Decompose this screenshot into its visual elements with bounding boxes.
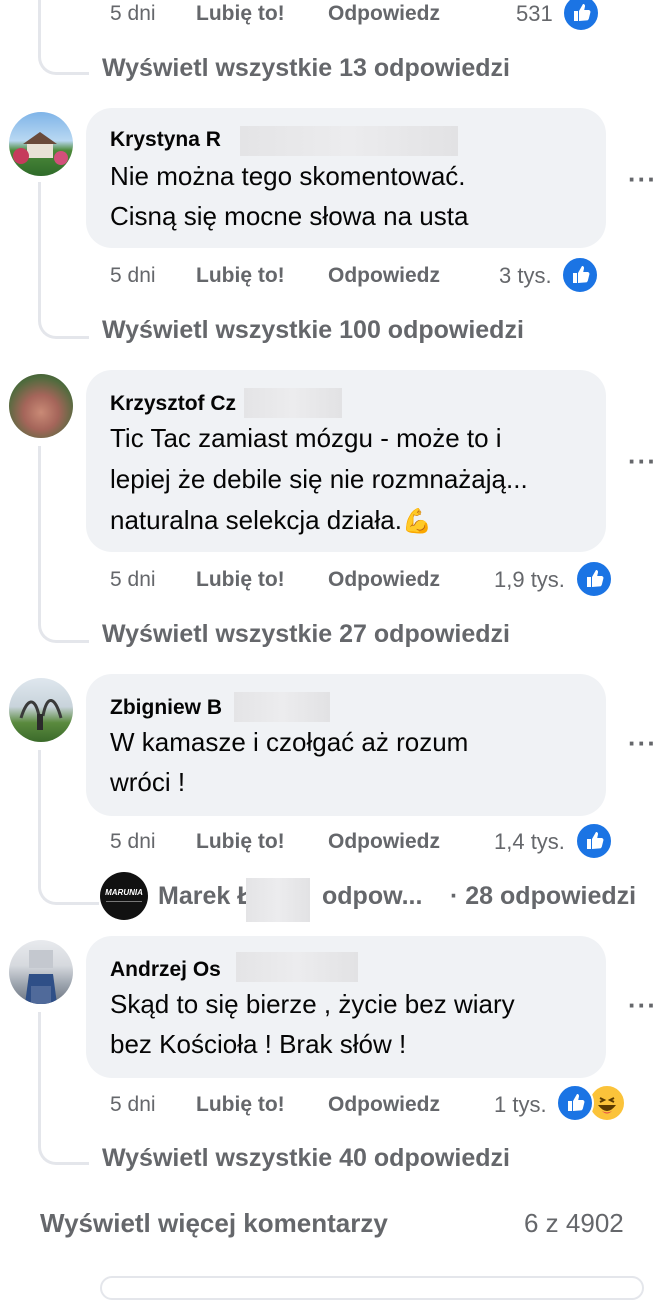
comment-text-line: Tic Tac zamiast mózgu - może to i — [110, 423, 502, 453]
view-more-comments-link[interactable]: Wyświetl więcej komentarzy — [40, 1208, 388, 1239]
flexed-biceps-emoji: 💪 — [401, 508, 432, 535]
reply-snippet: odpow... — [322, 882, 423, 910]
comment-text-line: Nie można tego skomentować. — [110, 161, 466, 191]
thread-connector — [38, 314, 89, 339]
comment-bubble: Zbigniew B W kamasze i czołgać aż rozum … — [86, 674, 606, 816]
reply-button[interactable]: Odpowiedz — [328, 264, 440, 288]
like-icon — [561, 256, 599, 294]
like-icon — [575, 560, 613, 598]
redacted-name — [244, 388, 342, 418]
thread-connector — [38, 880, 99, 905]
comment-text-line: wróci ! — [110, 767, 186, 797]
reply-button[interactable]: Odpowiedz — [328, 2, 440, 26]
like-icon — [562, 0, 600, 32]
redacted-name — [240, 126, 458, 156]
comment-text-line: W kamasze i czołgać aż rozum — [110, 727, 469, 757]
comment-time[interactable]: 5 dni — [110, 830, 156, 854]
comment-time[interactable]: 5 dni — [110, 1093, 156, 1117]
comments-counter: 6 z 4902 — [524, 1208, 624, 1238]
like-button[interactable]: Lubię to! — [196, 264, 285, 288]
avatar-logo-mark — [106, 901, 142, 902]
thread-connector — [38, 50, 89, 75]
redacted-name — [236, 952, 358, 982]
more-options-icon[interactable]: ··· — [628, 164, 654, 195]
comment-text-line: naturalna selekcja działa.💪 — [110, 505, 432, 535]
view-replies-link[interactable]: Wyświetl wszystkie 100 odpowiedzi — [102, 316, 524, 345]
comment-time[interactable]: 5 dni — [110, 2, 156, 26]
like-icon — [575, 822, 613, 860]
like-button[interactable]: Lubię to! — [196, 1093, 285, 1117]
comment-author[interactable]: Zbigniew B — [110, 696, 222, 720]
comment-bubble: Krzysztof Cz Tic Tac zamiast mózgu - moż… — [86, 370, 606, 552]
reactions-count[interactable]: 1 tys. — [494, 1092, 547, 1118]
comment-text-line: bez Kościoła ! Brak słów ! — [110, 1029, 407, 1059]
comment-text-line: Skąd to się bierze , życie bez wiary — [110, 989, 515, 1019]
reply-author-name[interactable]: Marek Ł — [158, 882, 252, 911]
like-button[interactable]: Lubię to! — [196, 830, 285, 854]
thread-line — [38, 0, 41, 52]
more-options-icon[interactable]: ··· — [628, 728, 654, 759]
comment-time[interactable]: 5 dni — [110, 264, 156, 288]
thread-connector — [38, 1140, 89, 1165]
thread-line — [38, 182, 41, 316]
comment-author[interactable]: Krzysztof Cz — [110, 392, 236, 416]
comment-author[interactable]: Krystyna R — [110, 128, 221, 152]
more-options-icon[interactable]: ··· — [628, 446, 654, 477]
thread-line — [38, 750, 41, 882]
reactions-count[interactable]: 1,4 tys. — [494, 829, 565, 855]
more-options-icon[interactable]: ··· — [628, 990, 654, 1021]
avatar[interactable] — [9, 374, 73, 438]
like-icon — [556, 1084, 594, 1122]
comment-text-line: Cisną się mocne słowa na usta — [110, 201, 469, 231]
view-replies-link[interactable]: Wyświetl wszystkie 40 odpowiedzi — [102, 1144, 510, 1173]
comment-composer-edge[interactable] — [100, 1276, 644, 1300]
reactions-count[interactable]: 1,9 tys. — [494, 567, 565, 593]
avatar[interactable] — [9, 112, 73, 176]
comment-bubble: Krystyna R Nie można tego skomentować. C… — [86, 108, 606, 248]
view-replies-link[interactable]: Wyświetl wszystkie 13 odpowiedzi — [102, 54, 510, 83]
avatar[interactable] — [9, 940, 73, 1004]
redacted-name — [234, 692, 330, 722]
reply-count[interactable]: · 28 odpowiedzi — [450, 882, 636, 911]
comment-author[interactable]: Andrzej Os — [110, 958, 221, 982]
view-replies-link[interactable]: Wyświetl wszystkie 27 odpowiedzi — [102, 620, 510, 649]
reply-button[interactable]: Odpowiedz — [328, 568, 440, 592]
reply-author-avatar: MARUNIA — [100, 872, 148, 920]
comment-time[interactable]: 5 dni — [110, 568, 156, 592]
thread-line — [38, 1012, 41, 1142]
comment-bubble: Andrzej Os Skąd to się bierze , życie be… — [86, 936, 606, 1078]
thread-connector — [38, 618, 89, 643]
reactions-count[interactable]: 531 — [516, 1, 553, 27]
redacted-name — [246, 878, 310, 922]
comment-text-line: lepiej że debile się nie rozmnażają... — [110, 464, 528, 494]
reply-button[interactable]: Odpowiedz — [328, 830, 440, 854]
like-button[interactable]: Lubię to! — [196, 2, 285, 26]
reply-button[interactable]: Odpowiedz — [328, 1093, 440, 1117]
avatar[interactable] — [9, 678, 73, 742]
avatar-logo-text: MARUNIA — [105, 888, 143, 897]
thread-line — [38, 446, 41, 620]
like-button[interactable]: Lubię to! — [196, 568, 285, 592]
reply-preview[interactable]: MARUNIA Marek Ł odpow... · 28 odpowiedzi — [100, 870, 654, 922]
reactions-count[interactable]: 3 tys. — [499, 263, 552, 289]
